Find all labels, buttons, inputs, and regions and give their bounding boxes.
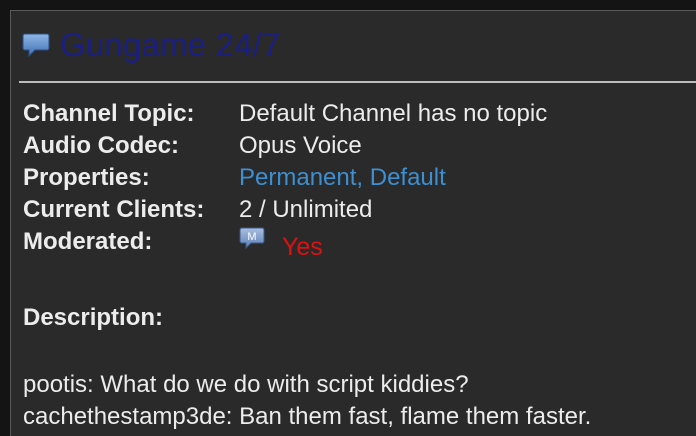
moderated-value: Yes [282,233,323,261]
clients-label: Current Clients: [23,196,205,223]
channel-header: Gungame 24/7 [21,25,281,65]
channel-title: Gungame 24/7 [60,26,281,63]
codec-row: Audio Codec: Opus Voice [23,130,547,162]
speech-bubble-icon [21,31,51,61]
codec-label: Audio Codec: [23,132,179,159]
moderated-status: M Yes [239,221,323,263]
moderated-row: Moderated: M Yes [23,226,547,261]
moderated-m-icon: M [239,226,267,252]
properties-row: Properties: Permanent, Default [23,162,547,194]
moderated-m-letter: M [247,231,256,243]
topic-row: Channel Topic: Default Channel has no to… [23,98,547,130]
moderated-label: Moderated: [23,228,153,255]
description-line: cachethestamp3de: Ban them fast, flame t… [23,403,592,430]
description-text: pootis: What do we do with script kiddie… [23,369,591,433]
description-label: Description: [23,304,164,331]
properties-value: Permanent, Default [239,164,446,191]
channel-info-panel: Gungame 24/7 Channel Topic: Default Chan… [10,10,696,436]
topic-value: Default Channel has no topic [239,100,548,127]
header-divider [19,81,696,83]
codec-value: Opus Voice [239,132,362,159]
channel-properties: Channel Topic: Default Channel has no to… [23,98,547,261]
topic-label: Channel Topic: [23,100,195,127]
description-line: pootis: What do we do with script kiddie… [23,371,469,398]
properties-label: Properties: [23,164,150,191]
